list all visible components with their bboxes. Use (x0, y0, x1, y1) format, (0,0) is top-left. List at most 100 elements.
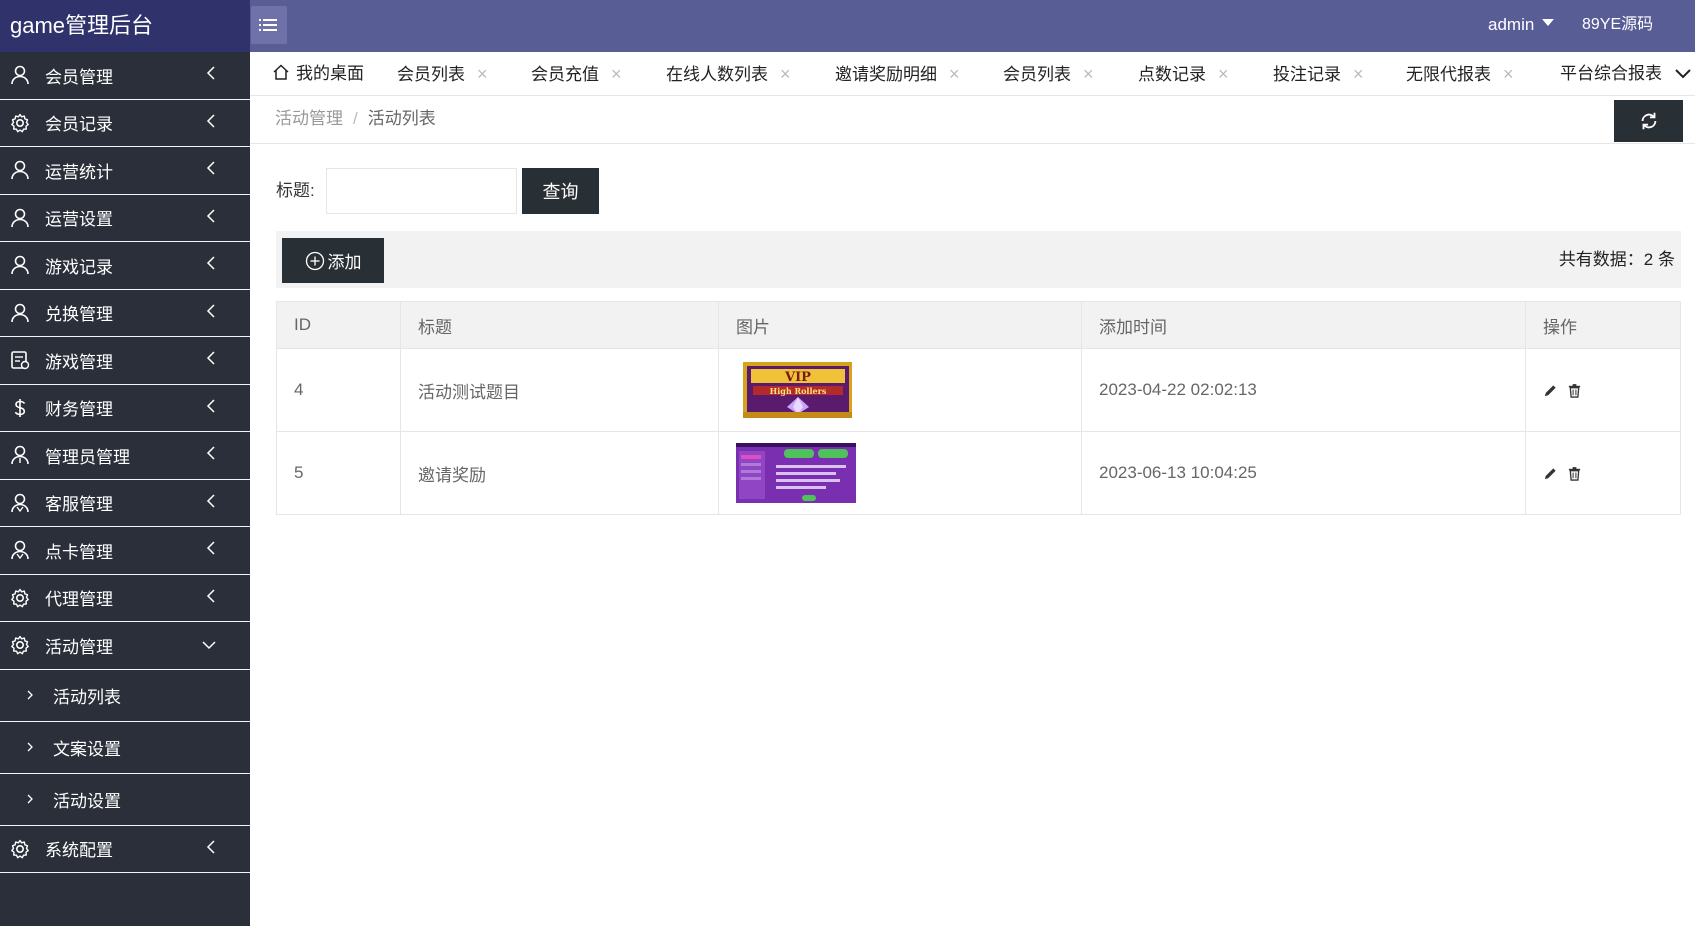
add-button[interactable]: 添加 (282, 238, 384, 283)
cell-actions (1525, 431, 1681, 515)
sidebar-item-label: 兑换管理 (45, 305, 113, 325)
chevron-left-icon (206, 256, 215, 270)
column-header-id: ID (276, 301, 401, 349)
delete-icon[interactable] (1567, 466, 1582, 481)
query-button[interactable]: 查询 (522, 168, 599, 214)
cell-id: 5 (276, 431, 401, 515)
tab-label: 在线人数列表 (666, 65, 768, 84)
brand-link[interactable]: 89YE源码 (1582, 0, 1653, 52)
title-search-input[interactable] (326, 168, 517, 214)
close-icon[interactable]: × (1353, 64, 1364, 84)
sidebar-item[interactable]: 代理管理 (0, 575, 250, 622)
add-button-label: 添加 (327, 253, 362, 272)
user-icon (9, 159, 31, 181)
sidebar-subitem[interactable]: 文案设置 (0, 721, 250, 774)
tab[interactable]: 我的桌面 (272, 52, 364, 95)
tab[interactable]: 会员列表 × (1003, 52, 1094, 95)
column-header-image: 图片 (718, 301, 1082, 349)
edit-icon[interactable] (1543, 383, 1558, 398)
chevron-left-icon (206, 208, 215, 223)
tab[interactable]: 邀请奖励明细 × (835, 52, 960, 95)
sidebar-subitem[interactable]: 活动列表 (0, 669, 250, 722)
column-header-actions: 操作 (1525, 301, 1681, 349)
sidebar-item-label: 运营统计 (45, 162, 113, 182)
edit-icon[interactable] (1543, 466, 1558, 481)
delete-icon[interactable] (1567, 383, 1582, 398)
sidebar-item-label: 游戏记录 (45, 257, 113, 277)
tab[interactable]: 无限代报表 × (1406, 52, 1514, 95)
sidebar-item[interactable]: 活动管理 (0, 622, 250, 670)
app-title: game管理后台 (0, 0, 250, 52)
column-header-time: 添加时间 (1081, 301, 1526, 349)
sidebar-item[interactable]: 系统配置 (0, 826, 250, 873)
sidebar-subitem-label: 活动设置 (53, 791, 121, 811)
sidebar-item[interactable]: 运营设置 (0, 195, 250, 242)
close-icon[interactable]: × (949, 64, 960, 84)
sidebar-subitem[interactable]: 活动设置 (0, 773, 250, 826)
cell-actions (1525, 348, 1681, 432)
close-icon[interactable]: × (611, 64, 622, 84)
cell-title: 活动测试题目 (400, 348, 719, 432)
breadcrumb: 活动管理 / 活动列表 (275, 96, 436, 142)
sidebar-item[interactable]: 会员记录 (0, 100, 250, 147)
sidebar-item[interactable]: 会员管理 (0, 52, 250, 100)
breadcrumb-parent[interactable]: 活动管理 (275, 109, 343, 128)
chevron-down-icon (202, 641, 216, 650)
tab-label: 邀请奖励明细 (835, 65, 937, 84)
sidebar-item[interactable]: 兑换管理 (0, 290, 250, 337)
sidebar-item[interactable]: 点卡管理 (0, 527, 250, 575)
chevron-left-icon (206, 446, 215, 460)
tab-more-button[interactable] (1671, 60, 1695, 88)
cell-id: 4 (276, 348, 401, 432)
sidebar-item-label: 客服管理 (45, 495, 113, 515)
tab-bar: 平台综合报表 无限代报表 × 投注记录 × 点数记录 × 会员列表 × 邀请奖励明细 × 在线人数列表… (250, 52, 1695, 96)
chevron-left-icon (206, 588, 215, 603)
chevron-left-icon (206, 351, 215, 365)
tab[interactable]: 投注记录 × (1273, 52, 1364, 95)
cell-image (718, 431, 1082, 515)
table-toolbar: 添加 共有数据：2 条 (276, 231, 1681, 288)
sidebar: 会员管理会员记录运营统计运营设置游戏记录兑换管理游戏管理财务管理管理员管理客服管… (0, 52, 250, 926)
tab[interactable]: 点数记录 × (1138, 52, 1229, 95)
close-icon[interactable]: × (1503, 64, 1514, 84)
close-icon[interactable]: × (780, 64, 791, 84)
sidebar-item-label: 会员记录 (45, 115, 113, 135)
sidebar-item-label: 点卡管理 (45, 542, 113, 562)
dollar-icon (9, 397, 31, 419)
sidebar-item[interactable]: 财务管理 (0, 385, 250, 432)
tab[interactable]: 平台综合报表 (1560, 52, 1662, 95)
vip-high-rollers-banner-image[interactable]: VIP High Rollers (742, 362, 852, 418)
tab-label: 我的桌面 (296, 64, 364, 83)
chevron-left-icon (206, 113, 215, 128)
sidebar-item[interactable]: 管理员管理 (0, 432, 250, 480)
cell-time: 2023-06-13 10:04:25 (1081, 431, 1526, 515)
top-header: game管理后台 admin 89YE源码 (0, 0, 1695, 52)
gear-icon (9, 112, 31, 134)
invite-reward-screenshot-image[interactable] (736, 443, 856, 503)
tab-label: 会员充值 (531, 65, 599, 84)
caret-down-icon (1542, 19, 1555, 26)
gear-icon (9, 634, 31, 656)
user-menu[interactable]: admin (1488, 0, 1555, 52)
tab[interactable]: 会员充值 × (531, 52, 622, 95)
plus-circle-icon (305, 251, 324, 270)
menu-toggle-button[interactable] (251, 6, 287, 44)
chevron-down-icon (1675, 69, 1691, 79)
close-icon[interactable]: × (477, 64, 488, 84)
sidebar-item-label: 财务管理 (45, 400, 113, 420)
close-icon[interactable]: × (1218, 64, 1229, 84)
gear-icon (9, 838, 31, 860)
refresh-button[interactable] (1614, 100, 1683, 142)
sidebar-item[interactable]: 客服管理 (0, 480, 250, 527)
sidebar-item[interactable]: 游戏管理 (0, 337, 250, 385)
sidebar-item[interactable]: 游戏记录 (0, 242, 250, 290)
close-icon[interactable]: × (1083, 64, 1094, 84)
sidebar-item[interactable]: 运营统计 (0, 147, 250, 195)
chevron-left-icon (206, 303, 215, 318)
chevron-left-icon (206, 161, 215, 175)
tab[interactable]: 会员列表 × (397, 52, 488, 95)
table-row: 5 邀请奖励 2023-06-13 10:04:25 (276, 431, 1681, 515)
tab[interactable]: 在线人数列表 × (666, 52, 791, 95)
search-title-label: 标题: (276, 181, 315, 200)
home-icon (273, 64, 289, 80)
